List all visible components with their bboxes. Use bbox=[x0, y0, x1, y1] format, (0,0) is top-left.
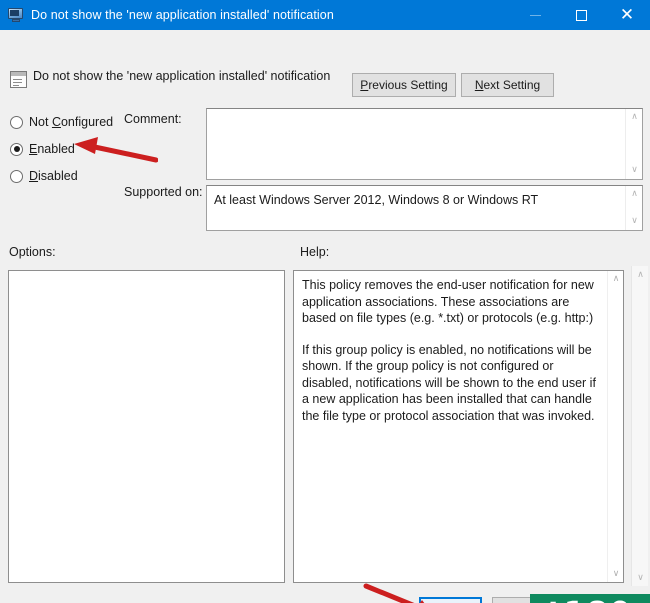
window-icon bbox=[8, 7, 24, 23]
radio-enabled-indicator[interactable] bbox=[10, 142, 23, 156]
scroll-up-icon[interactable]: ∧ bbox=[626, 186, 643, 203]
previous-setting-accel: P bbox=[360, 78, 369, 92]
scroll-down-icon[interactable]: ∨ bbox=[608, 566, 623, 582]
minimize-icon bbox=[512, 0, 558, 30]
maximize-icon bbox=[558, 0, 604, 30]
help-scrollbar[interactable]: ∧ ∨ bbox=[607, 271, 623, 582]
watermark-text: t180 bbox=[548, 598, 633, 603]
supported-on-label: Supported on: bbox=[124, 185, 203, 199]
scroll-down-icon[interactable]: ∨ bbox=[632, 569, 649, 586]
help-paragraph: This policy removes the end-user notific… bbox=[302, 278, 594, 325]
scroll-up-icon[interactable]: ∧ bbox=[632, 266, 649, 283]
close-button[interactable]: ✕ bbox=[604, 0, 650, 30]
title-bar: Do not show the 'new application install… bbox=[0, 0, 650, 30]
radio-not-configured-label: Not Configured bbox=[29, 115, 114, 129]
previous-setting-button[interactable]: Previous Setting bbox=[352, 73, 456, 97]
radio-disabled-indicator[interactable] bbox=[10, 169, 23, 183]
minimize-button[interactable] bbox=[512, 0, 558, 30]
comment-scrollbar[interactable]: ∧ ∨ bbox=[625, 109, 642, 179]
help-paragraph: If this group policy is enabled, no noti… bbox=[302, 342, 596, 423]
help-label: Help: bbox=[300, 245, 330, 259]
next-setting-accel: N bbox=[474, 78, 484, 92]
radio-enabled[interactable]: Enabled bbox=[10, 141, 75, 157]
supported-on-scrollbar[interactable]: ∧ ∨ bbox=[625, 186, 642, 230]
group-policy-setting-dialog: Do not show the 'new application install… bbox=[0, 0, 650, 603]
annotation-arrow-enabled bbox=[74, 137, 158, 163]
radio-not-configured-indicator[interactable] bbox=[10, 115, 23, 129]
comment-label: Comment: bbox=[124, 112, 182, 126]
supported-on-value: At least Windows Server 2012, Windows 8 … bbox=[214, 193, 539, 207]
radio-disabled[interactable]: Disabled bbox=[10, 168, 78, 184]
options-pane[interactable] bbox=[8, 270, 285, 583]
window-title: Do not show the 'new application install… bbox=[31, 8, 334, 22]
options-label: Options: bbox=[9, 245, 56, 259]
help-pane: This policy removes the end-user notific… bbox=[293, 270, 624, 583]
close-icon: ✕ bbox=[619, 4, 635, 25]
watermark-logo: t180 bbox=[530, 594, 650, 603]
radio-enabled-label: Enabled bbox=[29, 142, 75, 156]
scroll-down-icon[interactable]: ∨ bbox=[626, 213, 643, 230]
content-scrollbar[interactable]: ∧ ∨ bbox=[631, 266, 648, 586]
next-setting-label: ext Setting bbox=[483, 78, 541, 92]
radio-not-configured[interactable]: Not Configured bbox=[10, 114, 113, 130]
help-text: This policy removes the end-user notific… bbox=[302, 277, 597, 424]
scroll-up-icon[interactable]: ∧ bbox=[608, 271, 623, 287]
maximize-button[interactable] bbox=[558, 0, 604, 30]
policy-name-heading: Do not show the 'new application install… bbox=[33, 69, 331, 83]
scroll-down-icon[interactable]: ∨ bbox=[626, 162, 643, 179]
dialog-body: Do not show the 'new application install… bbox=[0, 30, 650, 603]
comment-input[interactable]: ∧ ∨ bbox=[206, 108, 643, 180]
next-setting-button[interactable]: Next Setting bbox=[461, 73, 554, 97]
previous-setting-label: revious Setting bbox=[368, 78, 448, 92]
scroll-up-icon[interactable]: ∧ bbox=[626, 109, 643, 126]
radio-disabled-label: Disabled bbox=[29, 169, 78, 183]
policy-document-icon bbox=[10, 71, 27, 88]
ok-button[interactable]: OK bbox=[419, 597, 482, 603]
supported-on-field: At least Windows Server 2012, Windows 8 … bbox=[206, 185, 643, 231]
